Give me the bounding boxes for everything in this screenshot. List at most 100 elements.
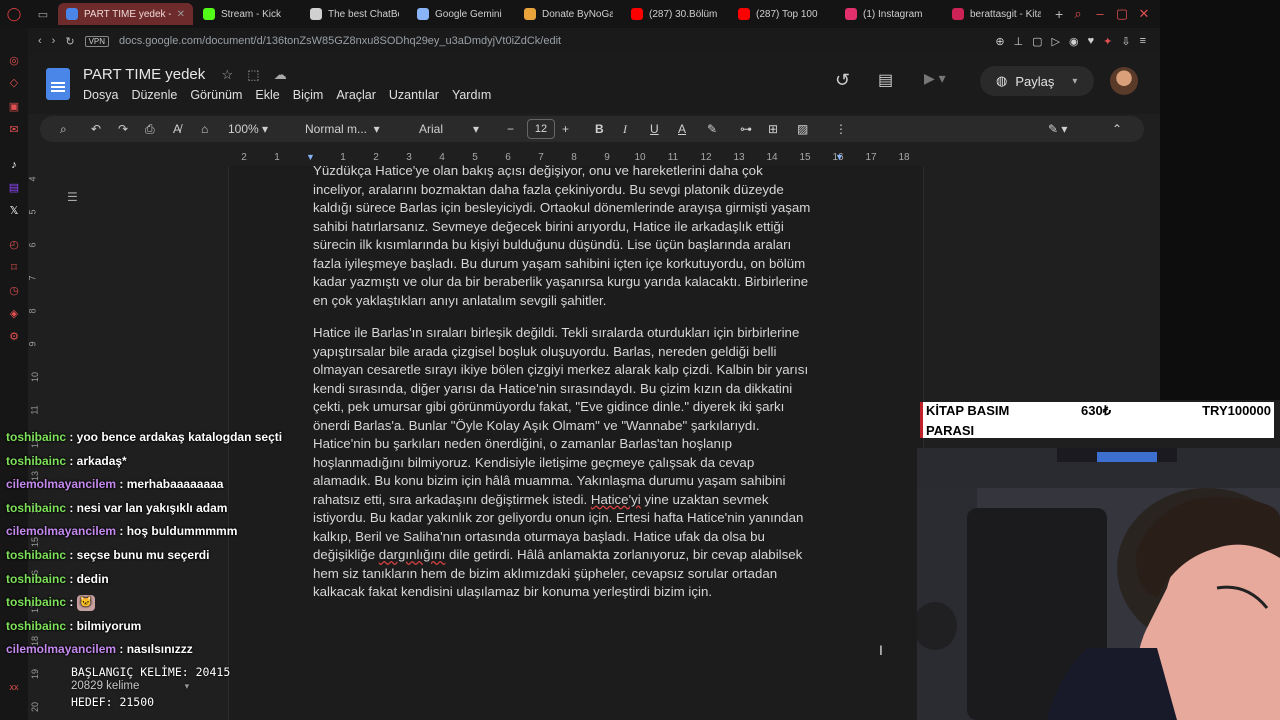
font-select[interactable]: Arial ▾ [419,122,479,136]
add-comment-icon[interactable]: ⊞ [768,122,778,136]
extensions-icon[interactable]: ✦ [1103,35,1112,48]
bold-button[interactable]: B [595,122,604,136]
menu-item[interactable]: Araçlar [336,88,376,102]
folder-icon[interactable]: ⬚ [247,67,259,82]
current-word-count[interactable]: 20829 kelime ▾ [71,680,189,692]
browser-tab[interactable]: (287) 30.Bölüm - [623,3,728,25]
pin-icon[interactable]: ⊥ [1014,35,1024,48]
star-icon[interactable]: ☆ [221,67,233,82]
snapshot-icon[interactable]: ▢ [1032,35,1042,48]
chat-username[interactable]: toshibainc [6,501,66,515]
more-options-icon[interactable]: ⋮ [835,122,847,136]
chevron-down-icon[interactable]: ▾ [1072,76,1077,87]
font-size-input[interactable]: 12 [527,119,555,139]
chat-username[interactable]: cilemolmayancilem [6,477,116,491]
chat-username[interactable]: cilemolmayancilem [6,524,116,538]
paragraph-1[interactable]: Yüzdükça Hatice'ye olan bakış açısı deği… [313,162,841,310]
pin-sidebar-icon[interactable]: ◈ [7,307,21,321]
print-icon[interactable]: ⎙ [145,122,155,137]
tab-menu-icon[interactable]: ▭ [28,8,58,21]
tiktok-icon[interactable]: ♪ [7,158,21,172]
vpn-badge[interactable]: VPN [84,35,110,47]
indent-marker-icon[interactable]: ▼ [306,152,315,162]
close-window-button[interactable]: ✕ [1134,6,1154,22]
browser-tab[interactable]: Donate ByNoGam [516,3,621,25]
chat-username[interactable]: toshibainc [6,548,66,562]
more-icon[interactable]: xx [7,680,21,694]
chat-username[interactable]: toshibainc [6,572,66,586]
text-color-button[interactable]: A [678,122,686,136]
camera-icon[interactable]: ◉ [1069,35,1079,48]
meet-icon[interactable]: ▶ ▾ [924,70,946,87]
chat-username[interactable]: toshibainc [6,454,66,468]
home-icon[interactable]: ◎ [7,54,21,68]
clock-icon[interactable]: ◷ [7,284,21,298]
menu-item[interactable]: Biçim [293,88,324,102]
decrease-font-size-button[interactable]: − [507,122,514,136]
chat-username[interactable]: cilemolmayancilem [6,642,116,656]
menu-item[interactable]: Dosya [83,88,118,102]
history-icon[interactable]: ◴ [7,238,21,252]
search-tabs-icon[interactable]: ⌕ [1068,6,1088,22]
browser-tab[interactable]: (1) Instagram [837,3,942,25]
menu-item[interactable]: Görünüm [190,88,242,102]
right-margin-marker-icon[interactable]: ▼ [835,152,844,162]
underline-button[interactable]: U [650,122,659,136]
paragraph-2[interactable]: Hatice ile Barlas'ın sıraları birleşik d… [313,324,841,602]
version-history-icon[interactable]: ↺ [835,70,850,91]
browser-tab[interactable]: Stream - Kick [195,3,300,25]
collapse-toolbar-icon[interactable]: ⌃ [1112,122,1122,136]
spellcheck-icon[interactable]: A̸ [173,122,181,136]
minimize-button[interactable]: – [1090,6,1110,22]
chat-username[interactable]: toshibainc [6,619,66,633]
editing-mode-icon[interactable]: ✎ ▾ [1048,122,1067,136]
forward-icon[interactable]: › [52,35,56,47]
new-tab-button[interactable]: + [1055,6,1063,22]
reload-icon[interactable]: ↻ [65,35,74,48]
x-icon[interactable]: 𝕏 [7,204,21,218]
outline-icon[interactable]: ☰ [67,190,78,204]
highlight-icon[interactable]: ✎ [707,122,717,136]
opera-logo-icon[interactable]: ◯ [0,6,28,22]
comments-icon[interactable]: ▤ [878,70,893,90]
document-title[interactable]: PART TIME yedek ☆ ⬚ ☁ [83,66,287,83]
menu-item[interactable]: Yardım [452,88,491,102]
menu-item[interactable]: Ekle [255,88,279,102]
settings-icon[interactable]: ⚙ [7,330,21,344]
undo-icon[interactable]: ↶ [91,122,101,136]
browser-tab[interactable]: berattasgit - Kitap [944,3,1049,25]
spelling-error-word[interactable]: dargınlığını [379,547,446,562]
search-menus-icon[interactable]: ⌕ [60,122,67,137]
menu-item[interactable]: Düzenle [131,88,177,102]
style-select[interactable]: Normal m... ▾ [305,122,380,136]
chevron-down-icon[interactable]: ▾ [185,681,190,691]
url-field[interactable]: docs.google.com/document/d/136tonZsW85GZ… [119,35,561,47]
back-icon[interactable]: ‹ [38,35,42,47]
insert-image-icon[interactable]: ▨ [797,122,808,136]
italic-button[interactable]: I [623,122,627,137]
cloud-icon[interactable]: ☁ [274,67,287,82]
share-button[interactable]: ◍ Paylaş ▾ [980,66,1094,96]
avatar[interactable] [1110,67,1138,95]
maximize-button[interactable]: ▢ [1112,6,1132,22]
twitch-icon[interactable]: ▤ [7,181,21,195]
heart-icon[interactable]: ♥ [1088,35,1095,48]
zoom-select[interactable]: 100% ▾ [228,122,268,136]
bookmark-icon[interactable]: ⌑ [7,261,21,275]
chat-icon[interactable]: ▣ [7,100,21,114]
browser-tab[interactable]: (287) Top 100 [730,3,835,25]
paint-format-icon[interactable]: ⌂ [201,122,208,136]
document-page[interactable]: Yüzdükça Hatice'ye olan bakış açısı deği… [228,163,924,720]
docs-logo-icon[interactable] [46,68,70,100]
menu-icon[interactable]: ≡ [1140,35,1146,48]
link-icon[interactable]: ⊶ [740,122,752,136]
zoom-icon[interactable]: ⊕ [995,35,1004,48]
ai-icon[interactable]: ◇ [7,76,21,90]
browser-tab[interactable]: Google Gemini [409,3,514,25]
menu-item[interactable]: Uzantılar [389,88,439,102]
play-icon[interactable]: ▷ [1052,35,1060,48]
browser-tab[interactable]: The best ChatBot [302,3,407,25]
download-icon[interactable]: ⇩ [1121,35,1130,48]
increase-font-size-button[interactable]: + [562,122,569,136]
chat-username[interactable]: toshibainc [6,595,66,609]
